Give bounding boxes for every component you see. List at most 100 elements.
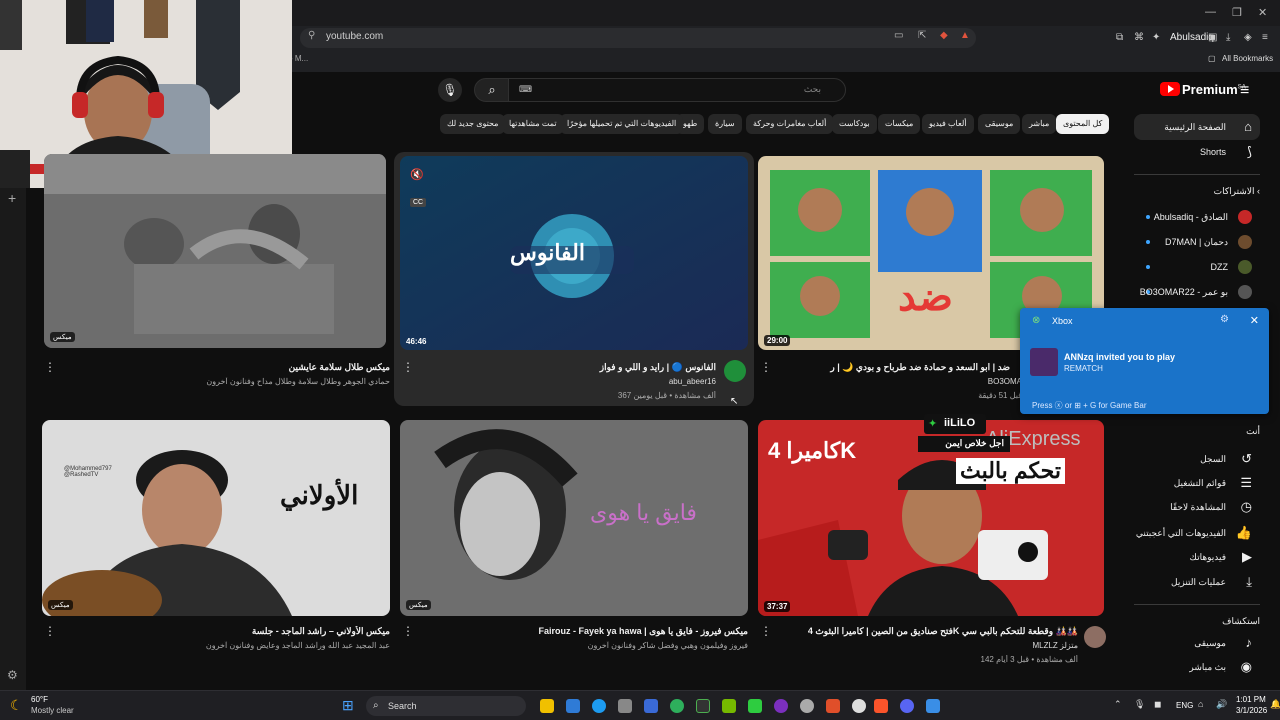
- edge-icon[interactable]: [592, 699, 606, 713]
- brave-icon[interactable]: [874, 699, 888, 713]
- channel-name[interactable]: abu_abeer16: [420, 377, 716, 386]
- sidebar-item-playlists[interactable]: قوائم التشغيل ☰: [1134, 470, 1260, 496]
- microphone-icon[interactable]: 🎙: [1134, 699, 1145, 710]
- nvidia-icon[interactable]: [722, 699, 736, 713]
- chip-0[interactable]: كل المحتوى: [1056, 114, 1110, 134]
- taskbar-search[interactable]: ⌕ Search: [366, 696, 526, 716]
- more-options-icon[interactable]: ⋮: [402, 624, 414, 638]
- mail-icon[interactable]: [644, 699, 658, 713]
- sidebar-item-shorts[interactable]: Shorts ⟆: [1134, 139, 1260, 165]
- app-icon-3[interactable]: [826, 699, 840, 713]
- settings-gear-icon[interactable]: ⚙: [7, 668, 18, 682]
- chip-2[interactable]: موسيقى: [978, 114, 1021, 134]
- you-heading[interactable]: أنت: [1246, 426, 1260, 437]
- discord-icon[interactable]: [900, 699, 914, 713]
- downloads-icon[interactable]: ⤓: [1226, 32, 1230, 43]
- extension-icon-2[interactable]: ⌘: [1134, 32, 1144, 43]
- mute-icon[interactable]: 🔇: [410, 168, 424, 181]
- app-icon-2[interactable]: [670, 699, 684, 713]
- tray-chevron-icon[interactable]: ⌃: [1114, 699, 1122, 710]
- windows-start-icon[interactable]: ⊞: [342, 697, 354, 714]
- keyboard-icon[interactable]: ⌨: [519, 84, 532, 95]
- obs-icon[interactable]: [774, 699, 788, 713]
- search-input[interactable]: بحث ⌨: [508, 78, 846, 102]
- site-info-icon[interactable]: ⚲: [308, 30, 315, 41]
- all-bookmarks[interactable]: All Bookmarks: [1222, 54, 1273, 63]
- settings-app-icon[interactable]: [852, 699, 866, 713]
- youtube-premium-logo[interactable]: PremiumSA: [1160, 82, 1246, 97]
- sidebar-item-downloads[interactable]: عمليات التنزيل ⤓: [1134, 569, 1260, 595]
- subscription-item[interactable]: D7MAN | دحمان: [1140, 232, 1260, 252]
- subscriptions-heading[interactable]: الاشتراكات ‹: [1214, 186, 1260, 197]
- video-title[interactable]: الفانوس 🔵 | رايد و اللي و فواز: [420, 362, 716, 373]
- subscription-item[interactable]: DZZ: [1140, 257, 1260, 277]
- chip-11[interactable]: محتوى جديد لك: [440, 114, 506, 134]
- video-thumbnail[interactable]: الأولاني @Mohammed797 @RashedTV ميكس: [42, 420, 390, 616]
- more-options-icon[interactable]: ⋮: [760, 360, 772, 374]
- voice-search-icon[interactable]: 🎙: [438, 78, 462, 102]
- subscription-item[interactable]: BO3OMAR22 - بو عمر: [1140, 282, 1260, 302]
- close-icon[interactable]: ✕: [1250, 314, 1259, 327]
- clock-time[interactable]: 1:01 PM: [1236, 695, 1266, 704]
- more-options-icon[interactable]: ⋮: [44, 624, 56, 638]
- terminal-icon[interactable]: [696, 699, 710, 713]
- channel-name[interactable]: MLZLZ متزلز: [778, 641, 1078, 650]
- video-title[interactable]: ميكس طلال سلامة عايشين: [60, 362, 390, 373]
- xbox-notification[interactable]: ⊗ Xbox ⚙ ✕ ANNzq invited you to play REM…: [1020, 308, 1269, 414]
- video-thumbnail[interactable]: فايق يا هوى ميكس: [400, 420, 748, 616]
- more-options-icon[interactable]: ⋮: [44, 360, 56, 374]
- notification-bell-icon[interactable]: 🔔: [1270, 699, 1280, 710]
- restore-icon[interactable]: ❐: [1232, 6, 1242, 19]
- ai-icon[interactable]: ✦: [1152, 32, 1160, 43]
- chip-7[interactable]: سيارة: [708, 114, 742, 134]
- chip-3[interactable]: ألعاب فيديو: [922, 114, 974, 134]
- wallet-icon[interactable]: ▣: [1208, 32, 1217, 43]
- video-thumbnail[interactable]: ميكس: [44, 154, 386, 348]
- channel-avatar[interactable]: [1084, 626, 1106, 648]
- settings-icon[interactable]: ⚙: [1220, 314, 1229, 325]
- network-icon[interactable]: ⌂: [1198, 699, 1203, 709]
- clock-date[interactable]: 3/1/2026: [1236, 706, 1267, 715]
- chip-10[interactable]: تمت مشاهدتها: [502, 114, 564, 134]
- channel-name[interactable]: BO3OMA: [778, 377, 1022, 386]
- chip-6[interactable]: ألعاب مغامرات وحركة: [746, 114, 834, 134]
- screencast-icon[interactable]: ▭: [894, 30, 903, 41]
- vpn-icon[interactable]: ◈: [1244, 32, 1252, 43]
- video-title[interactable]: ضد | ابو السعد و حمادة ضد طرباح و بودي 🌙…: [778, 362, 1010, 373]
- sidebar-item-liked[interactable]: الفيديوهات التي أعجبتني 👍: [1134, 520, 1260, 546]
- more-options-icon[interactable]: ⋮: [760, 624, 772, 638]
- more-options-icon[interactable]: ⋮: [402, 360, 414, 374]
- sidebar-item-your-videos[interactable]: فيديوهاتك ▶: [1134, 544, 1260, 570]
- chip-1[interactable]: مباشر: [1022, 114, 1057, 134]
- channel-avatar[interactable]: [724, 360, 746, 382]
- minimize-icon[interactable]: —: [1205, 6, 1216, 18]
- video-thumbnail[interactable]: الفانوس 🔇 CC 46:46: [400, 156, 748, 350]
- video-title[interactable]: Fairouz - Fayek ya hawa | ميكس فيروز - ف…: [418, 626, 748, 637]
- subscription-item[interactable]: Abulsadiq - الصادق: [1140, 207, 1260, 227]
- weather-icon[interactable]: ☾: [10, 697, 23, 714]
- extension-icon[interactable]: ⧉: [1116, 32, 1123, 43]
- add-icon[interactable]: +: [8, 190, 16, 206]
- chip-4[interactable]: ميكسات: [878, 114, 921, 134]
- sidebar-item-home[interactable]: الصفحة الرئيسية ⌂: [1134, 114, 1260, 140]
- app-icon[interactable]: [618, 699, 632, 713]
- sidebar-item-watch-later[interactable]: المشاهدة لاحقًا ◷: [1134, 494, 1260, 520]
- brave-shield-icon[interactable]: ◆: [940, 30, 948, 41]
- address-bar[interactable]: ⚲ youtube.com ▭ ⇱ ◆ ▲: [300, 28, 976, 48]
- sidebar-item-music[interactable]: موسيقى ♪: [1134, 630, 1260, 656]
- steam-icon[interactable]: [800, 699, 814, 713]
- spotify-icon[interactable]: [748, 699, 762, 713]
- volume-icon[interactable]: 🔊: [1216, 699, 1227, 710]
- menu-icon[interactable]: ≡: [1262, 32, 1268, 43]
- tray-app-icon[interactable]: ◼: [1154, 699, 1161, 710]
- sidebar-item-live[interactable]: بث مباشر ◉: [1134, 654, 1260, 680]
- share-icon[interactable]: ⇱: [918, 30, 926, 41]
- close-window-icon[interactable]: ✕: [1258, 6, 1267, 19]
- brave-rewards-icon[interactable]: ▲: [960, 30, 970, 41]
- store-icon[interactable]: [566, 699, 580, 713]
- sidebar-item-history[interactable]: السجل ↺: [1134, 446, 1260, 472]
- video-title[interactable]: فتح صناديق من الصين | كاميرا البثوث 4K و…: [778, 626, 1078, 637]
- weather-temp[interactable]: 60°F: [31, 695, 48, 704]
- captions-icon[interactable]: CC: [410, 198, 427, 207]
- app-icon-4[interactable]: [926, 699, 940, 713]
